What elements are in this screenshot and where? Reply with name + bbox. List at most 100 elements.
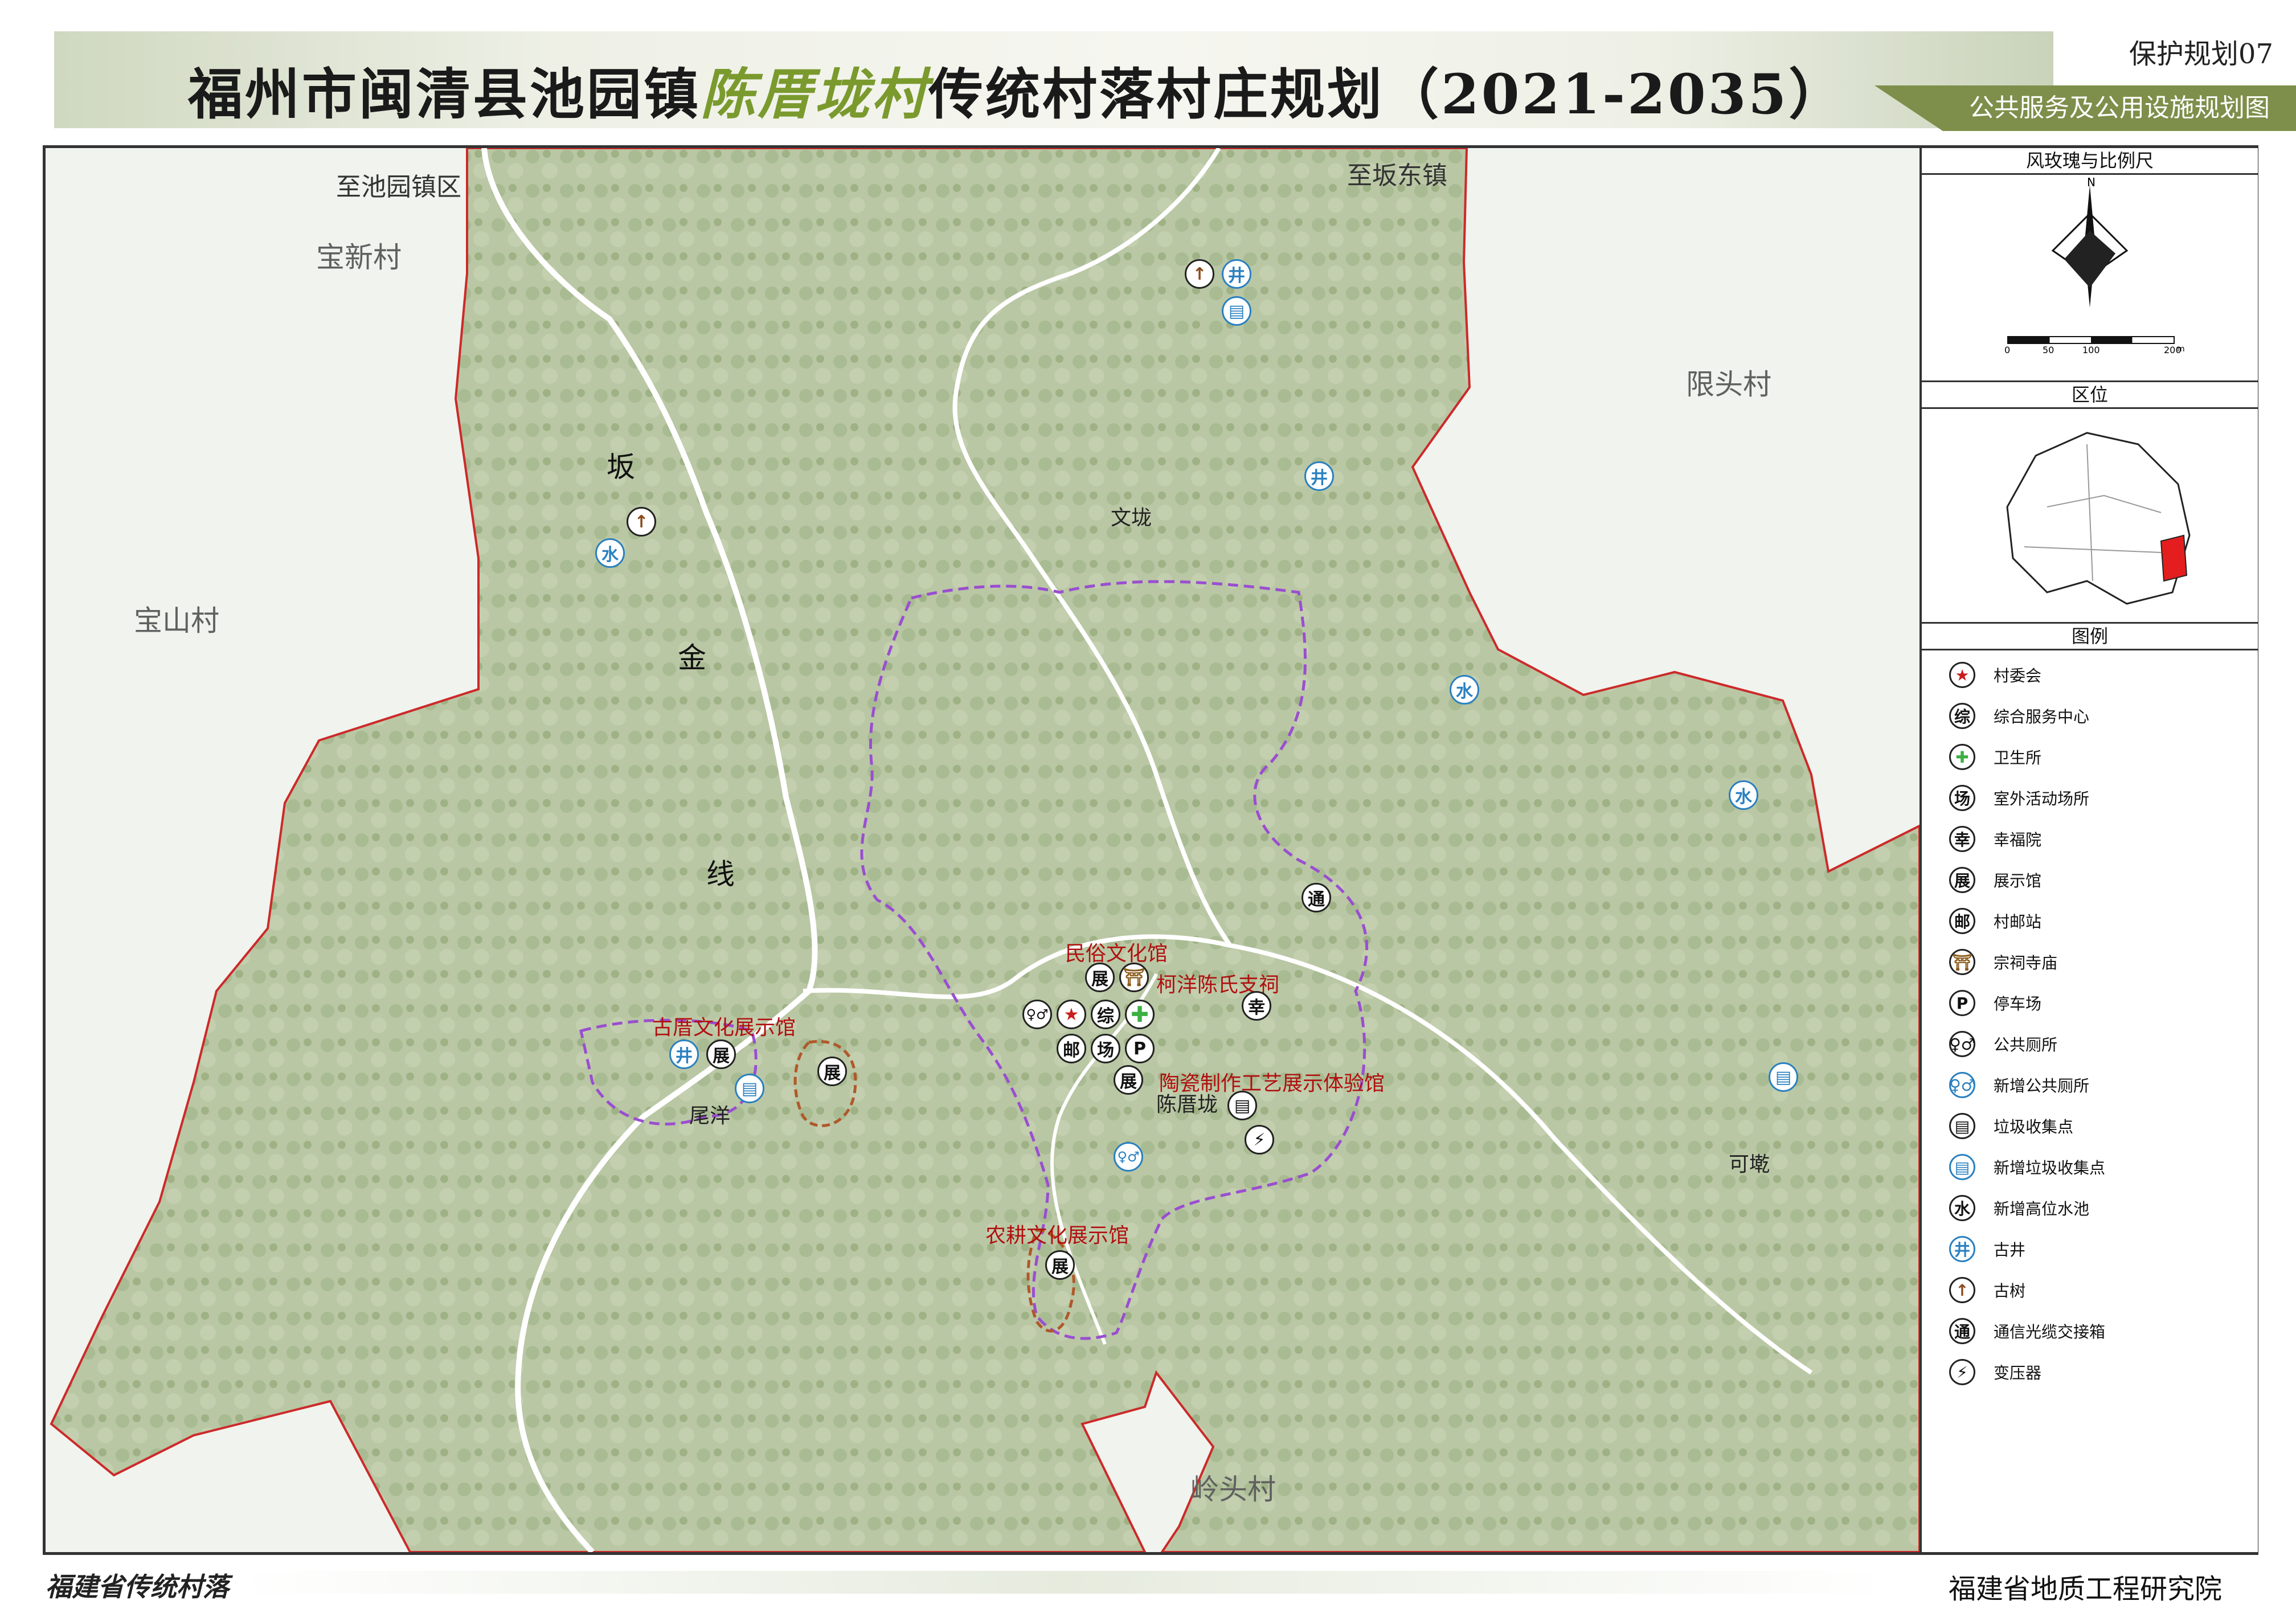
direction-label-chiyuan: 至池园镇区	[336, 173, 461, 202]
legend-label: 变压器	[1994, 1364, 2042, 1382]
ancestral-temple-icon: ⛩	[1119, 963, 1149, 992]
legend-label: 停车场	[1994, 994, 2042, 1013]
legend-title: 图例	[1922, 622, 2258, 650]
new-toilet-icon: ♀♂	[1949, 1072, 1975, 1098]
legend-label: 卫生所	[1994, 748, 2042, 767]
exhibition-hall-icon: 展	[817, 1057, 847, 1086]
road-name-char-2: 金	[678, 641, 706, 674]
legend-row: 展展示馆	[1949, 863, 2041, 897]
legend-label: 新增公共厕所	[1994, 1076, 2090, 1095]
service-center-icon: 综	[1091, 1000, 1120, 1029]
side-panel: 风玫瑰与比例尺 N 0 50 100 200 m 区位 图例 ★ 村委会综综合服务…	[1920, 146, 2258, 1552]
legend-label: 古井	[1994, 1241, 2026, 1259]
exhibition-hall-icon: 展	[1114, 1065, 1143, 1095]
village-label-lingtou: 岭头村	[1190, 1473, 1276, 1506]
exhibition-hall-icon: 展	[706, 1039, 736, 1069]
activity-ground-icon: 场	[1091, 1034, 1120, 1063]
page-title: 福州市闽清县池园镇陈厝垅村传统村落村庄规划（2021-2035）	[188, 50, 1845, 129]
legend-row: 水 新增高位水池	[1949, 1191, 2089, 1225]
road-name-char-3: 线	[706, 858, 735, 891]
legend-label: 垃圾收集点	[1994, 1117, 2074, 1136]
legend-row: ↑ 古树	[1949, 1273, 2025, 1307]
footer-left-text: 福建省传统村落	[46, 1571, 229, 1602]
village-label-xiantou: 限头村	[1686, 368, 1771, 401]
transformer-icon: ⚡	[1949, 1359, 1975, 1385]
ancient-tree-icon: ↑	[1185, 259, 1214, 289]
clinic-icon: ✚	[1949, 744, 1975, 770]
parking-icon: P	[1949, 990, 1975, 1016]
village-label-baoxin: 宝新村	[316, 241, 402, 274]
legend-row: 邮村邮站	[1949, 904, 2041, 938]
legend-row: ⛩ 宗祠寺庙	[1949, 945, 2057, 979]
location-map-icon	[2006, 432, 2191, 605]
water-tank-icon: 水	[1450, 675, 1479, 705]
footer-band	[239, 1571, 1891, 1594]
clinic-icon: ✚	[1125, 1000, 1155, 1029]
legend-row: 通 通信光缆交接箱	[1949, 1314, 2105, 1348]
legend-row: 幸幸福院	[1949, 822, 2041, 856]
legend-label: 宗祠寺庙	[1994, 953, 2058, 972]
village-committee-icon: ★	[1949, 662, 1975, 688]
ancient-well-icon: 井	[669, 1039, 699, 1069]
title-part2: 传统村落村庄规划（2021-2035）	[928, 62, 1846, 126]
ancient-tree-icon: ↑	[627, 507, 656, 537]
new-toilet-icon: ♀♂	[1114, 1142, 1143, 1172]
water-tank-icon: 水	[595, 538, 625, 568]
water-tank-icon: 水	[1729, 780, 1758, 810]
telecom-box-icon: 通	[1949, 1318, 1975, 1344]
place-label-kejian: 可墘	[1729, 1153, 1770, 1176]
ancient-well-icon: 井	[1949, 1236, 1975, 1262]
legend-row: ♀♂ 新增公共厕所	[1949, 1068, 2089, 1102]
new-garbage-point-icon: ▤	[1769, 1062, 1798, 1092]
label-farming-culture-museum: 农耕文化展示馆	[985, 1224, 1129, 1247]
water-tank-icon: 水	[1949, 1195, 1975, 1221]
legend-row: ♀♂ 公共厕所	[1949, 1027, 2057, 1061]
legend-row: 井 古井	[1949, 1232, 2025, 1266]
label-folk-culture-museum: 民俗文化馆	[1065, 942, 1168, 965]
village-map	[46, 148, 1920, 1552]
new-garbage-point-icon: ▤	[1222, 296, 1251, 326]
legend-row: 场室外活动场所	[1949, 781, 2089, 815]
title-part1: 福州市闽清县池园镇	[188, 62, 701, 126]
parking-icon: P	[1125, 1034, 1155, 1063]
legend-label: 公共厕所	[1994, 1035, 2058, 1054]
direction-label-bandong: 至坂东镇	[1347, 161, 1447, 190]
legend-row: 综综合服务中心	[1949, 699, 2089, 733]
exhibition-hall-icon: 展	[1949, 867, 1975, 893]
north-label: N	[2087, 175, 2096, 189]
garbage-point-icon: ▤	[1949, 1113, 1975, 1139]
label-ancient-house-museum: 古厝文化展示馆	[652, 1016, 796, 1039]
scale-tick-50: 50	[2043, 345, 2054, 355]
place-label-wenlong: 文垅	[1111, 506, 1152, 530]
scale-unit: m	[2177, 345, 2185, 354]
legend-label: 幸福院	[1994, 830, 2042, 849]
legend-row: ▤ 垃圾收集点	[1949, 1109, 2073, 1143]
compass-title: 风玫瑰与比例尺	[1922, 146, 2258, 175]
title-village-name: 陈厝垅村	[701, 62, 928, 126]
exhibition-hall-icon: 展	[1085, 963, 1115, 992]
legend-row: ★ 村委会	[1949, 658, 2041, 692]
happiness-home-icon: 幸	[1949, 826, 1975, 852]
location-title: 区位	[1922, 380, 2258, 409]
garbage-point-icon: ▤	[1227, 1091, 1257, 1120]
ancient-well-icon: 井	[1222, 259, 1251, 289]
ancient-well-icon: 井	[1304, 461, 1334, 491]
activity-ground-icon: 场	[1949, 785, 1975, 811]
subtitle-band-edge	[1875, 85, 1943, 131]
village-label-baoshan: 宝山村	[134, 604, 219, 637]
public-toilet-icon: ♀♂	[1022, 1000, 1052, 1029]
legend-label: 新增高位水池	[1994, 1200, 2090, 1218]
plan-subtitle: 公共服务及公用设施规划图	[1943, 85, 2296, 131]
legend-label: 古树	[1994, 1282, 2026, 1300]
legend-label: 室外活动场所	[1994, 789, 2090, 808]
scale-tick-100: 100	[2082, 345, 2100, 355]
plan-tag: 保护规划07	[2129, 38, 2273, 70]
legend-label: 村委会	[1994, 666, 2042, 685]
transformer-icon: ⚡	[1245, 1125, 1274, 1155]
wind-rose-icon	[2051, 185, 2129, 308]
new-garbage-point-icon: ▤	[735, 1074, 764, 1103]
legend-label: 展示馆	[1994, 871, 2042, 890]
exhibition-hall-icon: 展	[1045, 1250, 1075, 1280]
post-office-icon: 邮	[1949, 908, 1975, 934]
legend-row: ⚡ 变压器	[1949, 1355, 2041, 1389]
